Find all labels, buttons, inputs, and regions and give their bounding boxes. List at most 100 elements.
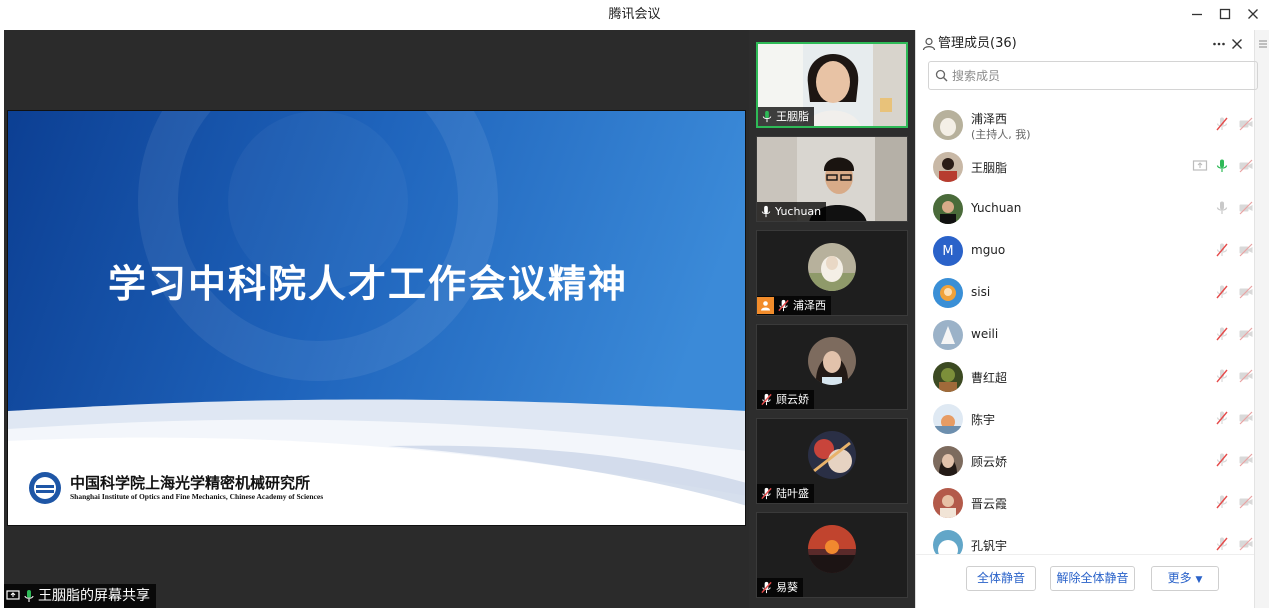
institute-logo [29,472,61,504]
member-row[interactable]: Mmguo [916,230,1254,272]
member-row[interactable]: 曹红超 [916,356,1254,398]
sunset-avatar-image [808,525,856,573]
mic-on-icon [762,110,772,123]
avatar [808,337,856,385]
mic-on-icon[interactable] [1214,158,1230,174]
mic-muted-icon[interactable] [1214,368,1230,384]
member-row[interactable]: 王胭脂 [916,146,1254,188]
video-tile-luyesheng[interactable]: 陆叶盛 [756,418,908,504]
video-tile-wangyanzhi[interactable]: 王胭脂 [756,42,908,128]
avatar [933,530,963,554]
camera-off-icon[interactable] [1238,452,1254,468]
member-row[interactable]: weili [916,314,1254,356]
mic-muted-icon[interactable] [1214,452,1230,468]
shared-screen-area: 学习中科院人才工作会议精神 中国科学院上海光学精密机械研究所 Shanghai … [4,30,749,608]
sheep-avatar-image [808,243,856,291]
camera-off-icon[interactable] [1238,242,1254,258]
video-tile-label: 浦泽西 [757,296,831,315]
mic-muted-icon[interactable] [1214,536,1230,552]
mic-muted-icon [761,581,772,594]
camera-off-icon[interactable] [1238,536,1254,552]
more-button[interactable]: 更多 ▼ [1151,566,1219,591]
avatar [933,488,963,518]
mic-muted-icon[interactable] [1214,242,1230,258]
video-thumbnail-strip: 王胭脂 Yuchuan 浦泽西 顾云娇 陆叶盛 易葵 [749,30,915,608]
member-row[interactable]: 顾云娇 [916,440,1254,482]
more-options-icon[interactable] [1212,37,1226,51]
menu-icon[interactable] [1257,38,1269,50]
camera-off-icon[interactable] [1238,284,1254,300]
camera-off-icon[interactable] [1238,116,1254,132]
member-name: 晋云霞 [971,497,1008,511]
mic-on-icon [24,590,34,602]
member-panel-title: 管理成员(36) [938,36,1017,51]
member-name: 孔钒宇 [971,539,1008,553]
member-row[interactable]: sisi [916,272,1254,314]
avatar-image [933,362,963,392]
mic-muted-icon[interactable] [1214,284,1230,300]
camera-off-icon[interactable] [1238,494,1254,510]
video-tile-yuchuan[interactable]: Yuchuan [756,136,908,222]
video-tile-name: Yuchuan [775,205,822,218]
mic-muted-icon[interactable] [1214,326,1230,342]
avatar-image [933,446,963,476]
video-tile-name: 浦泽西 [793,299,826,312]
member-name: 浦泽西 [971,112,1008,126]
member-panel: 管理成员(36) 浦泽西 (主持人, 我) 王胭脂 Yuchuan Mmguo sisi w… [915,30,1269,608]
mic-muted-icon[interactable] [1214,116,1230,132]
video-tile-puzexi[interactable]: 浦泽西 [756,230,908,316]
camera-off-icon[interactable] [1238,326,1254,342]
close-window-icon[interactable] [1245,6,1261,22]
maximize-icon[interactable] [1217,6,1233,22]
search-icon [935,69,948,82]
screen-share-owner: 王胭脂的屏幕共享 [38,588,150,604]
video-tile-name: 顾云娇 [776,393,809,406]
member-search-box[interactable] [928,61,1258,90]
mute-all-button[interactable]: 全体静音 [966,566,1036,591]
presentation-slide: 学习中科院人才工作会议精神 中国科学院上海光学精密机械研究所 Shanghai … [7,110,746,526]
video-tile-label: Yuchuan [757,202,827,221]
video-tile-guyunjiao[interactable]: 顾云娇 [756,324,908,410]
video-tile-label: 顾云娇 [757,390,814,409]
member-search-input[interactable] [952,68,1242,83]
camera-off-icon[interactable] [1238,368,1254,384]
video-tile-yikui[interactable]: 易葵 [756,512,908,598]
person-icon [922,37,936,51]
video-tile-label: 王胭脂 [758,107,814,126]
institute-name-chinese: 中国科学院上海光学精密机械研究所 [70,474,311,492]
mic-idle-icon[interactable] [1214,200,1230,216]
member-row[interactable]: 陈宇 [916,398,1254,440]
avatar-image [933,278,963,308]
screen-share-icon [1192,160,1208,171]
member-row[interactable]: 浦泽西 (主持人, 我) [916,104,1254,146]
avatar-image [933,530,963,554]
video-tile-label: 易葵 [757,578,803,597]
member-name: weili [971,327,999,341]
woman-avatar-image [808,337,856,385]
member-row[interactable]: 孔钒宇 [916,524,1254,554]
mic-muted-icon[interactable] [1214,494,1230,510]
minimize-icon[interactable] [1189,6,1205,22]
member-name: 陈宇 [971,413,996,427]
close-panel-icon[interactable] [1230,37,1244,51]
unmute-all-button[interactable]: 解除全体静音 [1050,566,1135,591]
video-tile-name: 陆叶盛 [776,487,809,500]
video-tile-name: 易葵 [776,581,798,594]
avatar [933,152,963,182]
avatar [808,525,856,573]
video-tile-label: 陆叶盛 [757,484,814,503]
avatar-image [933,110,963,140]
camera-off-icon[interactable] [1238,410,1254,426]
host-icon [757,297,774,314]
member-row[interactable]: 晋云霞 [916,482,1254,524]
camera-off-icon[interactable] [1238,158,1254,174]
mic-muted-icon[interactable] [1214,410,1230,426]
member-row[interactable]: Yuchuan [916,188,1254,230]
member-name: 曹红超 [971,371,1008,385]
screen-share-icon [6,590,20,600]
title-bar: 腾讯会议 [0,0,1269,30]
avatar: M [933,236,963,266]
avatar-image [933,320,963,350]
camera-off-icon[interactable] [1238,200,1254,216]
avatar [933,278,963,308]
